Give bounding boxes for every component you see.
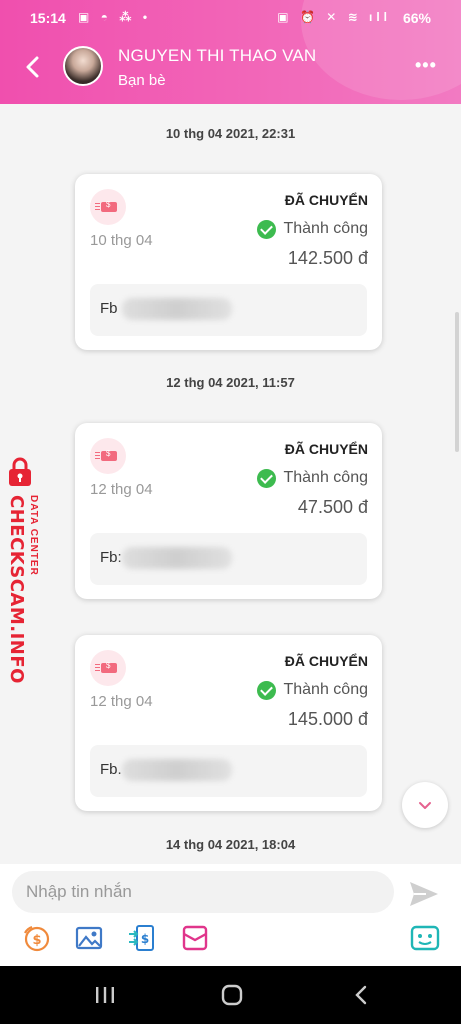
chat-header: 15:14 ▣ ◓ ⁂ • ▣ ⏰ ✕ ≋ ıll 66% NGUYEN THI…: [0, 0, 461, 104]
message-timestamp: 12 thg 04 2021, 11:57: [166, 375, 295, 390]
message-timestamp: 14 thg 04 2021, 18:04: [165, 837, 296, 852]
redacted-text: [122, 759, 232, 781]
transfer-request-icon[interactable]: $: [128, 924, 156, 952]
message-timestamp: 10 thg 04 2021, 22:31: [165, 126, 296, 141]
chevron-down-icon: [419, 802, 431, 809]
money-transfer-icon: [90, 438, 126, 474]
message-composer: $ $: [0, 864, 461, 966]
money-transfer-icon: [90, 650, 126, 686]
transfer-status-title: ĐÃ CHUYỂN: [284, 192, 368, 208]
svg-text:$: $: [32, 933, 41, 948]
svg-text:$: $: [141, 932, 149, 946]
transfer-result: Thành công: [283, 469, 368, 486]
battery-level: 66%: [402, 10, 431, 26]
image-icon[interactable]: [75, 924, 103, 952]
transfer-result: Thành công: [283, 681, 368, 698]
transfer-status-title: ĐÃ CHUYỂN: [284, 441, 368, 457]
contact-name[interactable]: NGUYEN THI THAO VAN: [118, 46, 316, 66]
system-icons: ▣ ⏰ ✕ ≋ ıll: [277, 10, 391, 24]
redacted-text: [122, 547, 232, 569]
scroll-to-bottom-button[interactable]: [402, 782, 448, 828]
note-label: Fb: [100, 300, 118, 317]
transfer-note: Fb: [90, 284, 367, 336]
watermark-title: CHECKSCAM.INFO: [6, 495, 27, 684]
transfer-status-title: ĐÃ CHUYỂN: [284, 653, 368, 669]
lock-icon: [9, 457, 31, 486]
sticker-icon[interactable]: [410, 924, 440, 952]
red-envelope-icon[interactable]: [181, 924, 209, 952]
send-icon[interactable]: [408, 880, 440, 908]
status-bar: 15:14 ▣ ◓ ⁂ • ▣ ⏰ ✕ ≋ ıll 66%: [30, 8, 431, 30]
success-check-icon: [257, 220, 276, 239]
scrollbar[interactable]: [455, 312, 459, 452]
transfer-amount: 145.000 đ: [287, 709, 368, 729]
back-nav-icon[interactable]: [350, 984, 374, 1006]
transfer-card[interactable]: 10 thg 04 ĐÃ CHUYỂN Thành công 142.500 đ…: [75, 174, 382, 350]
home-icon[interactable]: [220, 984, 244, 1006]
recent-apps-icon[interactable]: [93, 984, 117, 1006]
avatar[interactable]: [63, 46, 103, 86]
money-transfer-icon: [90, 189, 126, 225]
note-label: Fb:: [100, 549, 122, 566]
success-check-icon: [257, 469, 276, 488]
transfer-amount: 47.500 đ: [297, 497, 368, 517]
money-transfer-icon[interactable]: $: [22, 924, 50, 952]
back-icon[interactable]: [22, 54, 44, 80]
redacted-text: [122, 298, 232, 320]
message-list[interactable]: 10 thg 04 2021, 22:31 10 thg 04 ĐÃ CHUYỂ…: [0, 104, 461, 864]
message-input[interactable]: [12, 871, 394, 913]
transfer-date: 10 thg 04: [90, 232, 153, 249]
watermark: DATA CENTER CHECKSCAM.INFO: [2, 455, 42, 684]
transfer-note: Fb:: [90, 533, 367, 585]
system-navigation-bar: [0, 966, 461, 1024]
success-check-icon: [257, 681, 276, 700]
more-options-icon[interactable]: •••: [415, 56, 439, 74]
note-label: Fb.: [100, 761, 122, 778]
transfer-card[interactable]: 12 thg 04 ĐÃ CHUYỂN Thành công 47.500 đ …: [75, 423, 382, 599]
transfer-result: Thành công: [283, 220, 368, 237]
notification-icons: ▣ ◓ ⁂ •: [78, 10, 152, 24]
contact-relationship: Bạn bè: [118, 72, 166, 89]
transfer-note: Fb.: [90, 745, 367, 797]
transfer-amount: 142.500 đ: [287, 248, 368, 268]
transfer-date: 12 thg 04: [90, 481, 153, 498]
transfer-date: 12 thg 04: [90, 693, 153, 710]
watermark-subtitle: DATA CENTER: [28, 495, 39, 576]
status-time: 15:14: [30, 10, 66, 26]
transfer-card[interactable]: 12 thg 04 ĐÃ CHUYỂN Thành công 145.000 đ…: [75, 635, 382, 811]
